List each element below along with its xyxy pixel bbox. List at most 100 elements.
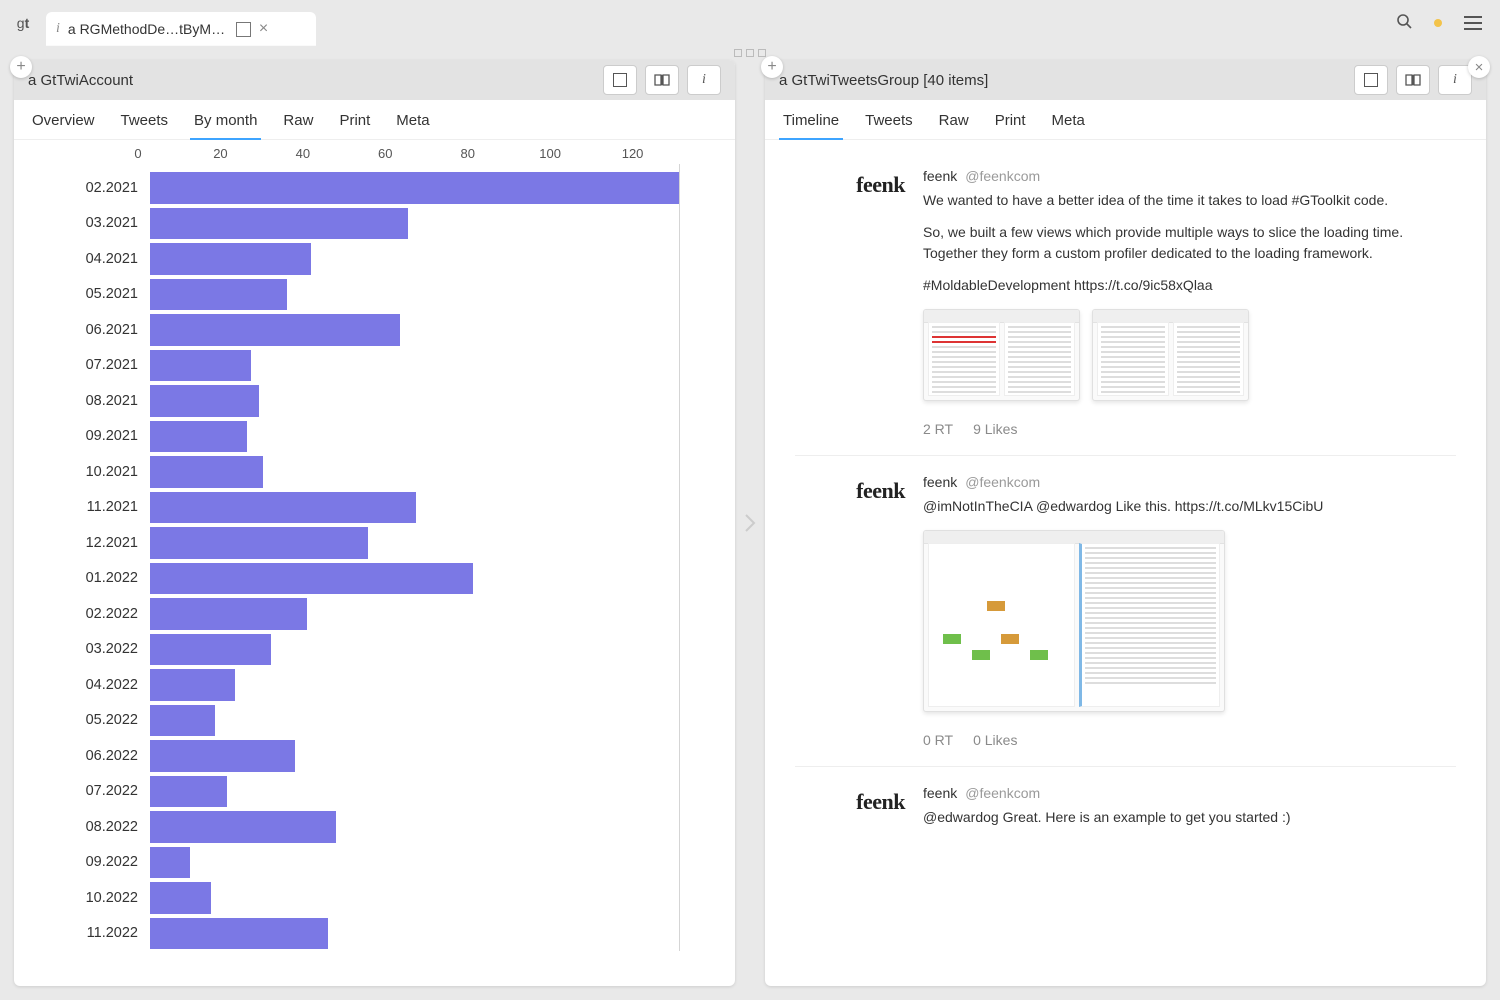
tab-raw[interactable]: Raw bbox=[283, 112, 313, 139]
tweet[interactable]: feenkfeenk@feenkcomWe wanted to have a b… bbox=[795, 150, 1456, 456]
bar-row[interactable]: 06.2021 bbox=[28, 312, 715, 348]
bar[interactable] bbox=[150, 705, 215, 737]
book-icon[interactable] bbox=[645, 65, 679, 95]
tab-overview[interactable]: Overview bbox=[32, 112, 95, 139]
app-logo[interactable]: gt bbox=[0, 0, 46, 46]
avatar[interactable]: feenk bbox=[856, 478, 905, 748]
bar-row[interactable]: 01.2022 bbox=[28, 561, 715, 597]
tab-meta-r[interactable]: Meta bbox=[1052, 112, 1085, 139]
menu-icon[interactable] bbox=[1464, 16, 1482, 30]
bar-row[interactable]: 11.2021 bbox=[28, 490, 715, 526]
bar-row[interactable]: 10.2021 bbox=[28, 454, 715, 490]
bar-row[interactable]: 09.2021 bbox=[28, 419, 715, 455]
bar-row[interactable]: 06.2022 bbox=[28, 738, 715, 774]
bar[interactable] bbox=[150, 172, 679, 204]
right-pane-body[interactable]: feenkfeenk@feenkcomWe wanted to have a b… bbox=[765, 140, 1486, 986]
bar[interactable] bbox=[150, 350, 251, 382]
bar[interactable] bbox=[150, 421, 247, 453]
tab-print[interactable]: Print bbox=[339, 112, 370, 139]
thumbnail[interactable] bbox=[1092, 309, 1249, 401]
tweet-head: feenk@feenkcom bbox=[923, 168, 1456, 184]
tab-strip: i a RGMethodDe…tByMonthFor:) × bbox=[46, 0, 316, 46]
tab-timeline[interactable]: Timeline bbox=[783, 112, 839, 139]
attachments bbox=[923, 309, 1456, 401]
bar-row[interactable]: 04.2021 bbox=[28, 241, 715, 277]
thumbnail[interactable] bbox=[923, 309, 1080, 401]
bar[interactable] bbox=[150, 882, 211, 914]
bar[interactable] bbox=[150, 456, 263, 488]
bar[interactable] bbox=[150, 314, 400, 346]
left-pane-body[interactable]: 020406080100120 02.202103.202104.202105.… bbox=[14, 140, 735, 986]
bar-row[interactable]: 09.2022 bbox=[28, 845, 715, 881]
tweet-paragraph: @imNotInTheCIA @edwardog Like this. http… bbox=[923, 496, 1456, 516]
info-icon[interactable]: i bbox=[1438, 65, 1472, 95]
tab-raw-r[interactable]: Raw bbox=[939, 112, 969, 139]
tweet-paragraph: We wanted to have a better idea of the t… bbox=[923, 190, 1456, 210]
bar[interactable] bbox=[150, 243, 311, 275]
bar-label: 01.2022 bbox=[28, 570, 150, 586]
panes-row: + a GtTwiAccount i Overview Tweets By mo… bbox=[0, 60, 1500, 1000]
bar[interactable] bbox=[150, 598, 307, 630]
drag-handle-dots[interactable] bbox=[0, 46, 1500, 60]
close-tab-icon[interactable]: × bbox=[259, 21, 268, 37]
tweet-handle: @feenkcom bbox=[965, 474, 1040, 490]
bar-row[interactable]: 08.2022 bbox=[28, 809, 715, 845]
tweet-name: feenk bbox=[923, 168, 957, 184]
bar-row[interactable]: 08.2021 bbox=[28, 383, 715, 419]
bar[interactable] bbox=[150, 492, 416, 524]
bar-row[interactable]: 10.2022 bbox=[28, 880, 715, 916]
bar[interactable] bbox=[150, 847, 190, 879]
bar-row[interactable]: 05.2021 bbox=[28, 277, 715, 313]
bar[interactable] bbox=[150, 208, 408, 240]
maximize-button[interactable] bbox=[1354, 65, 1388, 95]
bar[interactable] bbox=[150, 634, 271, 666]
status-dot-icon[interactable] bbox=[1434, 19, 1442, 27]
maximize-button[interactable] bbox=[603, 65, 637, 95]
thumbnail[interactable] bbox=[923, 530, 1225, 712]
tab-tweets[interactable]: Tweets bbox=[121, 112, 169, 139]
tweet-name: feenk bbox=[923, 785, 957, 801]
bar-label: 04.2021 bbox=[28, 251, 150, 267]
window-tab[interactable]: i a RGMethodDe…tByMonthFor:) × bbox=[46, 12, 316, 46]
tweet[interactable]: feenkfeenk@feenkcom@edwardog Great. Here… bbox=[795, 767, 1456, 857]
bar[interactable] bbox=[150, 279, 287, 311]
bar-row[interactable]: 07.2021 bbox=[28, 348, 715, 384]
avatar[interactable]: feenk bbox=[856, 172, 905, 437]
search-icon[interactable] bbox=[1396, 13, 1412, 34]
add-pane-left-button[interactable]: + bbox=[10, 56, 32, 78]
maximize-tab-icon[interactable] bbox=[236, 22, 251, 37]
bar-row[interactable]: 07.2022 bbox=[28, 774, 715, 810]
bar[interactable] bbox=[150, 563, 473, 595]
tab-meta[interactable]: Meta bbox=[396, 112, 429, 139]
bar[interactable] bbox=[150, 918, 328, 950]
bar-row[interactable]: 03.2021 bbox=[28, 206, 715, 242]
bar-label: 11.2021 bbox=[28, 499, 150, 515]
tab-tweets-r[interactable]: Tweets bbox=[865, 112, 913, 139]
bar[interactable] bbox=[150, 527, 368, 559]
bar-row[interactable]: 02.2021 bbox=[28, 170, 715, 206]
right-pane-header: a GtTwiTweetsGroup [40 items] i bbox=[765, 60, 1486, 100]
bar[interactable] bbox=[150, 669, 235, 701]
bar[interactable] bbox=[150, 385, 259, 417]
tab-print-r[interactable]: Print bbox=[995, 112, 1026, 139]
bar-row[interactable]: 12.2021 bbox=[28, 525, 715, 561]
bar-row[interactable]: 02.2022 bbox=[28, 596, 715, 632]
bar[interactable] bbox=[150, 811, 336, 843]
bar[interactable] bbox=[150, 776, 227, 808]
bar-track bbox=[150, 774, 715, 810]
close-pane-button[interactable]: × bbox=[1468, 56, 1490, 78]
bar-row[interactable]: 03.2022 bbox=[28, 632, 715, 668]
info-icon[interactable]: i bbox=[687, 65, 721, 95]
bar-row[interactable]: 04.2022 bbox=[28, 667, 715, 703]
add-pane-right-button[interactable]: + bbox=[761, 56, 783, 78]
bar-track bbox=[150, 703, 715, 739]
pane-divider-chevron[interactable] bbox=[735, 60, 765, 986]
avatar[interactable]: feenk bbox=[856, 789, 905, 839]
bar-row[interactable]: 11.2022 bbox=[28, 916, 715, 952]
tweet[interactable]: feenkfeenk@feenkcom@imNotInTheCIA @edwar… bbox=[795, 456, 1456, 767]
tab-by-month[interactable]: By month bbox=[194, 112, 257, 139]
bar[interactable] bbox=[150, 740, 295, 772]
bar-row[interactable]: 05.2022 bbox=[28, 703, 715, 739]
bar-track bbox=[150, 880, 715, 916]
book-icon[interactable] bbox=[1396, 65, 1430, 95]
